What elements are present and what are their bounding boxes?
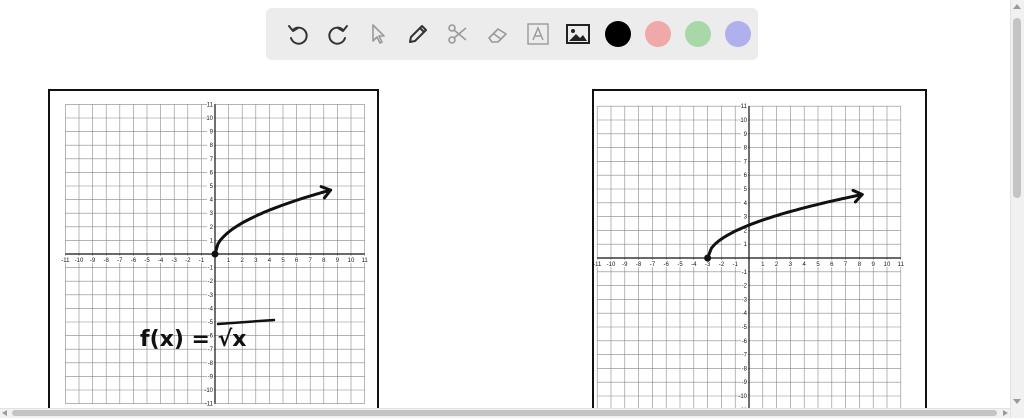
x-tick-label: -7 bbox=[117, 258, 123, 264]
y-tick-label: -5 bbox=[208, 320, 214, 326]
y-tick-label: 11 bbox=[207, 102, 214, 108]
horizontal-scroll-thumb[interactable] bbox=[12, 410, 997, 416]
x-tick-label: -10 bbox=[75, 258, 84, 264]
pen-button[interactable] bbox=[398, 14, 438, 54]
color-black[interactable] bbox=[598, 14, 638, 54]
y-tick-label: -2 bbox=[742, 284, 748, 290]
y-tick-label: -1 bbox=[742, 270, 748, 276]
y-tick-label: -11 bbox=[205, 402, 214, 408]
scroll-up-icon[interactable] bbox=[1013, 4, 1021, 9]
y-tick-label: -4 bbox=[742, 311, 748, 317]
x-tick-label: -4 bbox=[691, 262, 697, 268]
y-tick-label: 10 bbox=[740, 118, 747, 124]
y-tick-label: -6 bbox=[742, 339, 748, 345]
scroll-down-icon[interactable] bbox=[1013, 399, 1021, 404]
eraser-button[interactable] bbox=[478, 14, 518, 54]
y-tick-label: -8 bbox=[208, 361, 214, 367]
start-point bbox=[211, 250, 219, 258]
x-tick-label: -5 bbox=[677, 262, 683, 268]
select-button[interactable] bbox=[358, 14, 398, 54]
y-tick-label: -4 bbox=[208, 306, 214, 312]
black-swatch bbox=[605, 21, 631, 47]
y-tick-label: -9 bbox=[742, 380, 748, 386]
x-tick-label: -11 bbox=[594, 262, 602, 268]
pen-icon bbox=[409, 25, 427, 43]
y-tick-label: -5 bbox=[742, 325, 748, 331]
horizontal-scrollbar[interactable] bbox=[0, 408, 1010, 418]
x-tick-label: 10 bbox=[348, 258, 355, 264]
color-blue[interactable] bbox=[718, 14, 758, 54]
scroll-right-icon[interactable] bbox=[1003, 410, 1008, 416]
x-tick-label: -7 bbox=[650, 262, 656, 268]
y-tick-label: -9 bbox=[208, 374, 214, 380]
vertical-scroll-thumb[interactable] bbox=[1013, 18, 1021, 198]
x-tick-label: -10 bbox=[607, 262, 616, 268]
scroll-left-icon[interactable] bbox=[2, 410, 7, 416]
x-tick-label: -9 bbox=[90, 258, 96, 264]
x-tick-label: 11 bbox=[361, 258, 368, 264]
text-tool-icon bbox=[527, 23, 549, 45]
x-tick-label: 11 bbox=[898, 262, 905, 268]
x-tick-label: -2 bbox=[185, 258, 191, 264]
color-green[interactable] bbox=[678, 14, 718, 54]
x-tick-label: -5 bbox=[144, 258, 150, 264]
x-tick-label: -11 bbox=[61, 258, 70, 264]
x-tick-label: -3 bbox=[705, 262, 711, 268]
image-button[interactable] bbox=[558, 14, 598, 54]
coordinate-grid-right: -11-10-9-8-7-6-5-4-3-2-11234567891011111… bbox=[594, 102, 907, 414]
y-tick-label: -1 bbox=[208, 266, 214, 272]
redo-button[interactable] bbox=[318, 14, 358, 54]
function-curve bbox=[706, 193, 864, 260]
color-red[interactable] bbox=[638, 14, 678, 54]
scissors-icon bbox=[448, 24, 467, 44]
graph-board-left[interactable]: -11 -10 -9 -8 -7 -6 -5 -4 -3 -2 -1 1 2 3 4 5 6 7 8 9 10 11 11 1… bbox=[48, 89, 379, 418]
scissors-button[interactable] bbox=[438, 14, 478, 54]
y-tick-label: 11 bbox=[741, 104, 748, 110]
y-tick-label: -3 bbox=[742, 297, 748, 303]
coordinate-grid-left: -11 -10 -9 -8 -7 -6 -5 -4 -3 -2 -1 1 2 3 4 5 6 7 8 9 10 11111… bbox=[59, 100, 371, 408]
redo-icon bbox=[328, 25, 348, 45]
x-tick-label: -2 bbox=[719, 262, 725, 268]
x-tick-label: -8 bbox=[636, 262, 642, 268]
x-tick-label: -4 bbox=[158, 258, 164, 264]
graph-board-right[interactable]: -11-10-9-8-7-6-5-4-3-2-11234567891011111… bbox=[592, 89, 927, 418]
green-swatch bbox=[685, 21, 711, 47]
start-point bbox=[704, 254, 712, 262]
y-tick-label: -3 bbox=[208, 293, 214, 299]
x-tick-label: -6 bbox=[664, 262, 670, 268]
function-formula: f(x) = √x bbox=[140, 327, 247, 352]
x-tick-label: -1 bbox=[199, 258, 205, 264]
red-swatch bbox=[645, 21, 671, 47]
y-tick-label: -10 bbox=[738, 394, 747, 400]
vertical-scrollbar[interactable] bbox=[1010, 0, 1024, 418]
y-tick-label: -10 bbox=[204, 388, 213, 394]
blue-swatch bbox=[725, 21, 751, 47]
undo-icon bbox=[288, 25, 308, 45]
x-tick-label: -9 bbox=[622, 262, 628, 268]
select-cursor-icon bbox=[372, 24, 385, 44]
y-tick-label: -7 bbox=[742, 353, 748, 359]
drawing-toolbar bbox=[266, 8, 758, 60]
x-tick-label: -6 bbox=[131, 258, 137, 264]
y-tick-label: 10 bbox=[206, 116, 213, 122]
image-icon bbox=[566, 24, 590, 44]
y-tick-label: -8 bbox=[742, 366, 748, 372]
undo-button[interactable] bbox=[278, 14, 318, 54]
x-tick-label: -3 bbox=[172, 258, 178, 264]
y-tick-label: -2 bbox=[208, 279, 214, 285]
x-tick-label: 10 bbox=[884, 262, 891, 268]
x-tick-label: -8 bbox=[104, 258, 110, 264]
text-button[interactable] bbox=[518, 14, 558, 54]
x-tick-label: -1 bbox=[733, 262, 739, 268]
eraser-icon bbox=[488, 28, 507, 43]
